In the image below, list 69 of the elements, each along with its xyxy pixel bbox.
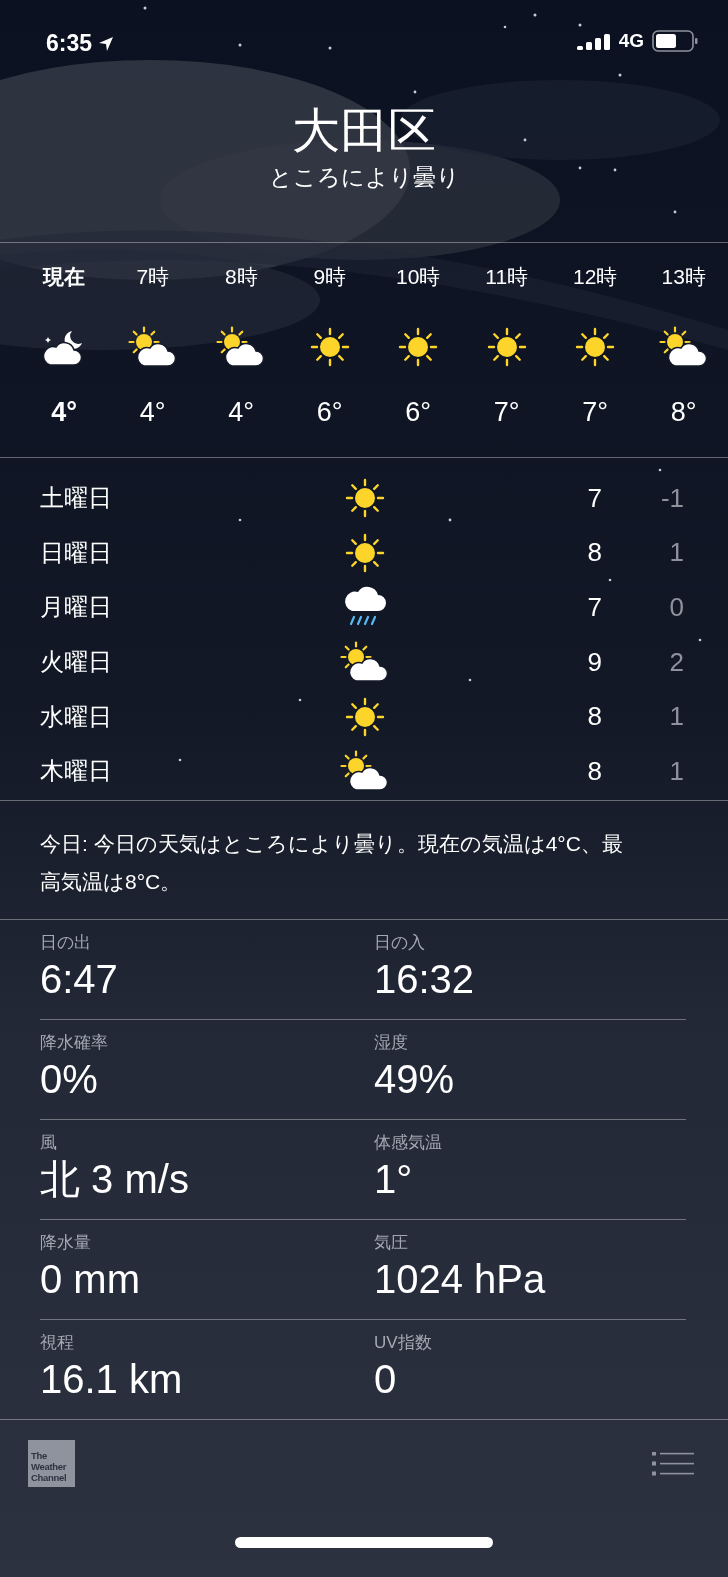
hour-label: 8時: [224, 264, 258, 290]
high-temperature: 7: [586, 592, 602, 623]
day-name: 月曜日: [40, 592, 113, 623]
detail-label: 湿度: [374, 1032, 409, 1054]
detail-label: 気圧: [374, 1232, 409, 1254]
detail-value: 1024 hPa: [374, 1256, 547, 1303]
detail-value: 16:32: [374, 956, 476, 1003]
sun-cloud-icon: [658, 326, 709, 368]
low-temperature: 1: [668, 537, 684, 569]
list-icon[interactable]: [652, 1451, 694, 1476]
sun-cloud-icon: [216, 326, 267, 368]
hour-temperature: 6°: [405, 397, 432, 428]
low-temperature: 1: [668, 701, 684, 733]
hour-temperature: 7°: [582, 397, 609, 428]
hour-label: 9時: [313, 264, 347, 290]
hour-label: 7時: [136, 264, 170, 290]
detail-value: 0: [374, 1356, 398, 1403]
hour-temperature: 7°: [493, 397, 520, 428]
hour-label: 10時: [396, 264, 441, 290]
forecast-summary: 今日: 今日の天気はところにより曇り。現在の気温は4°C、最高気温は8°C。: [40, 831, 624, 895]
low-temperature: 0: [668, 592, 684, 623]
hour-label: 11時: [485, 264, 529, 290]
day-name: 火曜日: [40, 647, 113, 678]
low-temperature: -1: [659, 482, 684, 514]
detail-value: 49%: [374, 1056, 456, 1103]
day-name: 水曜日: [40, 701, 113, 732]
sun-cloud-icon: [340, 641, 390, 684]
detail-value: 1°: [374, 1156, 414, 1203]
detail-value: 16.1 km: [40, 1356, 184, 1403]
hour-label: 13時: [661, 264, 706, 290]
detail-value: 0 mm: [40, 1256, 141, 1303]
weather-channel-logo[interactable]: The Weather Channel: [28, 1440, 75, 1487]
hour-temperature: 4°: [51, 397, 78, 428]
high-temperature: 8: [586, 537, 602, 569]
detail-value: 北 3 m/s: [40, 1156, 190, 1203]
high-temperature: 7: [586, 482, 602, 514]
low-temperature: 1: [668, 755, 684, 787]
network-type: 4G: [618, 30, 644, 52]
hour-temperature: 4°: [139, 397, 166, 428]
day-name: 木曜日: [40, 756, 113, 787]
city-name: 大田区: [292, 103, 436, 159]
weather-condition: ところにより曇り: [268, 163, 460, 192]
detail-label: 降水量: [40, 1232, 92, 1254]
detail-label: UV指数: [374, 1332, 433, 1354]
hour-temperature: 8°: [670, 397, 697, 428]
high-temperature: 9: [586, 646, 602, 678]
detail-label: 降水確率: [40, 1032, 109, 1054]
sun-cloud-icon: [127, 326, 178, 368]
detail-label: 日の出: [40, 932, 92, 954]
high-temperature: 8: [586, 701, 602, 733]
low-temperature: 2: [668, 646, 684, 678]
detail-label: 日の入: [374, 932, 426, 954]
hour-temperature: 4°: [228, 397, 255, 428]
hour-label: 現在: [43, 264, 86, 290]
status-time: 6:35: [46, 30, 93, 57]
battery-icon: [652, 30, 698, 52]
detail-label: 視程: [40, 1332, 75, 1354]
detail-value: 6:47: [40, 956, 119, 1003]
hour-temperature: 6°: [316, 397, 343, 428]
hour-label: 12時: [573, 264, 618, 290]
detail-value: 0%: [40, 1056, 99, 1103]
detail-label: 風: [40, 1132, 58, 1154]
sun-cloud-icon: [340, 750, 390, 793]
detail-label: 体感気温: [374, 1132, 443, 1154]
signal-icon: [576, 32, 611, 50]
day-name: 土曜日: [40, 483, 113, 514]
day-name: 日曜日: [40, 537, 113, 568]
location-arrow-icon: [98, 35, 115, 52]
high-temperature: 8: [586, 755, 602, 787]
